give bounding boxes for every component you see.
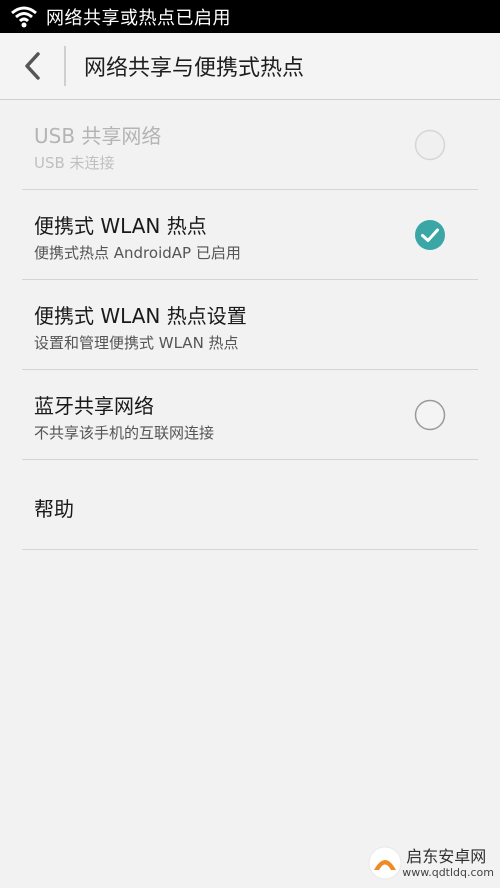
watermark-logo-icon xyxy=(368,846,402,880)
item-subtitle: 不共享该手机的互联网连接 xyxy=(34,424,215,442)
back-button[interactable] xyxy=(6,33,60,99)
status-notification-text: 网络共享或热点已启用 xyxy=(46,7,231,29)
usb-tethering-checkbox[interactable] xyxy=(414,129,446,161)
item-title: USB 共享网络 xyxy=(34,124,162,148)
item-title: 帮助 xyxy=(34,497,74,521)
item-subtitle: USB 未连接 xyxy=(34,154,115,172)
list-item-wlan-hotspot-settings[interactable]: 便携式 WLAN 热点设置 设置和管理便携式 WLAN 热点 xyxy=(22,280,478,370)
watermark: 启东安卓网 www.qdtldq.com xyxy=(368,846,494,880)
app-header: 网络共享与便携式热点 xyxy=(0,33,500,100)
page-title: 网络共享与便携式热点 xyxy=(84,56,305,81)
bluetooth-tethering-checkbox[interactable] xyxy=(414,399,446,431)
item-subtitle: 便携式热点 AndroidAP 已启用 xyxy=(34,244,241,262)
status-bar: 网络共享或热点已启用 xyxy=(0,0,500,33)
header-divider xyxy=(64,46,66,86)
settings-list: USB 共享网络 USB 未连接 便携式 WLAN 热点 便携式热点 Andro… xyxy=(22,100,478,550)
wlan-hotspot-checkbox[interactable] xyxy=(414,219,446,251)
item-title: 便携式 WLAN 热点 xyxy=(34,214,207,238)
back-arrow-icon xyxy=(25,52,40,80)
item-title: 蓝牙共享网络 xyxy=(34,394,154,418)
item-subtitle: 设置和管理便携式 WLAN 热点 xyxy=(34,334,239,352)
list-item-help[interactable]: 帮助 xyxy=(22,460,478,550)
wifi-hotspot-icon xyxy=(10,5,38,29)
item-title: 便携式 WLAN 热点设置 xyxy=(34,304,247,328)
watermark-url: www.qdtldq.com xyxy=(402,865,494,879)
list-item-bluetooth-tethering[interactable]: 蓝牙共享网络 不共享该手机的互联网连接 xyxy=(22,370,478,460)
list-item-usb-tethering[interactable]: USB 共享网络 USB 未连接 xyxy=(22,100,478,190)
list-item-wlan-hotspot[interactable]: 便携式 WLAN 热点 便携式热点 AndroidAP 已启用 xyxy=(22,190,478,280)
watermark-name: 启东安卓网 xyxy=(406,846,487,866)
